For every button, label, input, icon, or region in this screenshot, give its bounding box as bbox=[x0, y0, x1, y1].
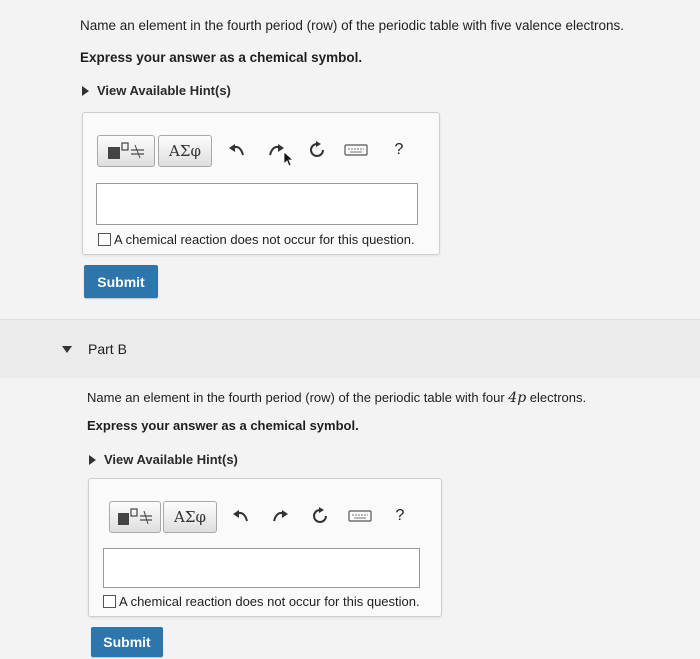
expand-arrow-icon bbox=[89, 454, 96, 465]
collapse-arrow-icon bbox=[62, 346, 72, 353]
keyboard-icon bbox=[344, 144, 368, 156]
greek-symbols-label: ΑΣφ bbox=[174, 508, 206, 526]
mouse-cursor-icon bbox=[283, 151, 295, 167]
reset-button[interactable] bbox=[309, 505, 331, 527]
greek-symbols-label: ΑΣφ bbox=[169, 142, 201, 160]
help-label: ? bbox=[394, 141, 404, 158]
part-a-question: Name an element in the fourth period (ro… bbox=[80, 18, 625, 33]
part-b-hint-label: View Available Hint(s) bbox=[104, 452, 238, 467]
undo-button[interactable] bbox=[226, 139, 248, 161]
part-a-no-reaction-checkbox[interactable]: A chemical reaction does not occur for t… bbox=[98, 232, 415, 247]
keyboard-button[interactable] bbox=[347, 505, 373, 527]
part-a-hint-toggle[interactable]: View Available Hint(s) bbox=[82, 83, 231, 98]
no-reaction-label: A chemical reaction does not occur for t… bbox=[119, 594, 420, 609]
part-b-header[interactable]: Part B bbox=[0, 319, 700, 378]
greek-symbols-button[interactable]: ΑΣφ bbox=[158, 135, 212, 167]
undo-icon bbox=[229, 144, 244, 156]
expand-arrow-icon bbox=[82, 85, 89, 96]
reset-icon bbox=[310, 141, 324, 157]
templates-icon bbox=[108, 142, 144, 159]
reset-button[interactable] bbox=[306, 139, 328, 161]
part-b-answer-panel: ΑΣφ ? A chemical reaction does not occur… bbox=[88, 478, 442, 617]
part-a-submit-button[interactable]: Submit bbox=[84, 265, 158, 298]
part-b-no-reaction-checkbox[interactable]: A chemical reaction does not occur for t… bbox=[103, 594, 420, 609]
keyboard-button[interactable] bbox=[343, 139, 369, 161]
part-b-orbital: 4p bbox=[508, 390, 527, 406]
templates-icon bbox=[118, 508, 152, 525]
undo-icon bbox=[233, 510, 248, 522]
checkbox-box[interactable] bbox=[103, 595, 116, 608]
part-b-question-prefix: Name an element in the fourth period (ro… bbox=[87, 390, 509, 405]
part-b-question: Name an element in the fourth period (ro… bbox=[87, 390, 586, 406]
templates-button[interactable] bbox=[97, 135, 155, 167]
part-b-hint-toggle[interactable]: View Available Hint(s) bbox=[89, 452, 238, 467]
part-a-hint-label: View Available Hint(s) bbox=[97, 83, 231, 98]
keyboard-icon bbox=[348, 510, 372, 522]
templates-button[interactable] bbox=[109, 501, 161, 533]
part-b-question-suffix: electrons. bbox=[526, 390, 587, 405]
help-button[interactable]: ? bbox=[388, 139, 410, 161]
greek-symbols-button[interactable]: ΑΣφ bbox=[163, 501, 217, 533]
part-a-instruction: Express your answer as a chemical symbol… bbox=[80, 50, 363, 65]
part-b-answer-input[interactable] bbox=[103, 548, 420, 588]
part-a-answer-input[interactable] bbox=[96, 183, 418, 225]
help-label: ? bbox=[395, 507, 405, 524]
part-a-answer-panel: ΑΣφ ? A chemical reaction does not occur… bbox=[82, 112, 440, 255]
checkbox-box[interactable] bbox=[98, 233, 111, 246]
undo-button[interactable] bbox=[230, 505, 252, 527]
part-b-title: Part B bbox=[88, 341, 127, 357]
no-reaction-label: A chemical reaction does not occur for t… bbox=[114, 232, 415, 247]
help-button[interactable]: ? bbox=[389, 505, 411, 527]
part-b-submit-button[interactable]: Submit bbox=[91, 627, 163, 657]
reset-icon bbox=[313, 507, 327, 523]
redo-button[interactable] bbox=[269, 505, 291, 527]
part-b-instruction: Express your answer as a chemical symbol… bbox=[87, 418, 359, 433]
redo-icon bbox=[273, 510, 288, 522]
